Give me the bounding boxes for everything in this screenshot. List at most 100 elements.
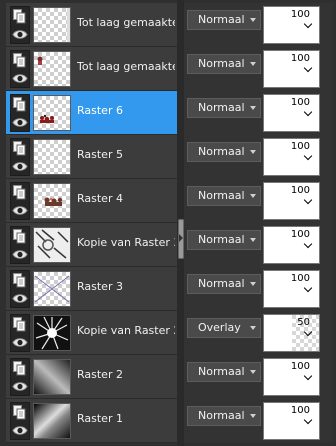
chevron-down-icon <box>250 282 256 286</box>
blend-mode-select[interactable]: Normaal <box>187 406 261 426</box>
opacity-value: 100 <box>290 405 310 416</box>
layer-cell[interactable]: Raster 4 <box>6 179 177 223</box>
layer-row-2[interactable]: Tot laag gemaakte selectie 1 Normaal 100 <box>6 47 333 91</box>
opacity-control[interactable]: 100 <box>263 6 320 44</box>
raster-layer-icon[interactable] <box>13 273 26 288</box>
layer-name[interactable]: Kopie van Raster 2 <box>77 324 175 337</box>
layer-cell[interactable]: Raster 6 <box>6 91 177 135</box>
layer-row-6[interactable]: Kopie van Raster 3 Normaal 100 <box>6 223 333 267</box>
opacity-control[interactable]: 100 <box>263 138 320 176</box>
raster-layer-icon[interactable] <box>13 317 26 332</box>
layer-toggles <box>10 138 30 176</box>
eye-icon[interactable] <box>12 29 28 40</box>
layer-toggles <box>10 94 30 132</box>
layer-toggles <box>10 358 30 396</box>
layer-row-10[interactable]: Raster 1 Normaal 100 <box>6 399 333 443</box>
layer-row-3[interactable]: Raster 6 Normaal 100 <box>6 91 333 135</box>
layer-name[interactable]: Raster 1 <box>77 412 175 425</box>
chevron-down-icon <box>250 194 256 198</box>
layer-toggles <box>10 226 30 264</box>
chevron-down-icon <box>250 106 256 110</box>
blend-mode-value: Overlay <box>198 321 241 334</box>
layer-row-9[interactable]: Raster 2 Normaal 100 <box>6 355 333 399</box>
eye-icon[interactable] <box>12 381 28 392</box>
layer-cell[interactable]: Raster 1 <box>6 399 177 443</box>
layer-thumbnail <box>33 359 71 395</box>
raster-layer-icon[interactable] <box>13 361 26 376</box>
opacity-control[interactable]: 100 <box>263 270 320 308</box>
blend-mode-select[interactable]: Normaal <box>187 10 261 30</box>
blend-mode-select[interactable]: Normaal <box>187 54 261 74</box>
chevron-down-icon <box>250 238 256 242</box>
raster-layer-icon[interactable] <box>13 185 26 200</box>
blend-mode-value: Normaal <box>198 57 245 70</box>
opacity-control[interactable]: 100 <box>263 50 320 88</box>
thumbnail-art <box>34 404 70 438</box>
raster-layer-icon[interactable] <box>13 53 26 68</box>
layer-thumbnail <box>33 315 71 351</box>
layer-row-8[interactable]: Kopie van Raster 2 Overlay 50 <box>6 311 333 355</box>
opacity-control[interactable]: 100 <box>263 358 320 396</box>
layer-row-7[interactable]: Raster 3 Normaal 100 <box>6 267 333 311</box>
layer-row-1[interactable]: Tot laag gemaakte selectie 2 Normaal 100 <box>6 3 333 47</box>
layer-cell[interactable]: Raster 2 <box>6 355 177 399</box>
blend-mode-value: Normaal <box>198 189 245 202</box>
layer-cell[interactable]: Tot laag gemaakte selectie 2 <box>6 3 177 47</box>
layer-name[interactable]: Raster 5 <box>77 148 175 161</box>
layer-cell[interactable]: Kopie van Raster 3 <box>6 223 177 267</box>
raster-layer-icon[interactable] <box>13 97 26 112</box>
eye-icon[interactable] <box>12 73 28 84</box>
opacity-control[interactable]: 100 <box>263 226 320 264</box>
layer-thumbnail <box>33 51 71 87</box>
blend-mode-select[interactable]: Overlay <box>187 318 261 338</box>
layer-name[interactable]: Raster 2 <box>77 368 175 381</box>
opacity-value: 100 <box>290 185 310 196</box>
raster-layer-icon[interactable] <box>13 229 26 244</box>
layer-cell[interactable]: Raster 3 <box>6 267 177 311</box>
layer-row-5[interactable]: Raster 4 Normaal 100 <box>6 179 333 223</box>
layer-name[interactable]: Tot laag gemaakte selectie 2 <box>77 16 175 29</box>
blend-mode-select[interactable]: Normaal <box>187 186 261 206</box>
eye-icon[interactable] <box>12 249 28 260</box>
layer-name[interactable]: Raster 6 <box>77 104 175 117</box>
eye-icon[interactable] <box>12 205 28 216</box>
chevron-down-icon <box>250 18 256 22</box>
opacity-fill <box>264 315 292 351</box>
eye-icon[interactable] <box>12 337 28 348</box>
opacity-control[interactable]: 100 <box>263 182 320 220</box>
eye-icon[interactable] <box>12 161 28 172</box>
blend-mode-value: Normaal <box>198 233 245 246</box>
layer-name[interactable]: Kopie van Raster 3 <box>77 236 175 249</box>
opacity-control[interactable]: 50 <box>263 314 320 352</box>
raster-layer-icon[interactable] <box>13 405 26 420</box>
blend-mode-select[interactable]: Normaal <box>187 362 261 382</box>
layer-name[interactable]: Tot laag gemaakte selectie 1 <box>77 60 175 73</box>
layer-toggles <box>10 270 30 308</box>
opacity-control[interactable]: 100 <box>263 402 320 440</box>
eye-icon[interactable] <box>12 117 28 128</box>
layer-name[interactable]: Raster 3 <box>77 280 175 293</box>
raster-layer-icon[interactable] <box>13 141 26 156</box>
opacity-control[interactable]: 100 <box>263 94 320 132</box>
layer-name[interactable]: Raster 4 <box>77 192 175 205</box>
thumbnail-art <box>34 275 70 303</box>
blend-mode-select[interactable]: Normaal <box>187 142 261 162</box>
layer-cell[interactable]: Kopie van Raster 2 <box>6 311 177 355</box>
layer-row-4[interactable]: Raster 5 Normaal 100 <box>6 135 333 179</box>
eye-icon[interactable] <box>12 425 28 436</box>
layer-cell[interactable]: Tot laag gemaakte selectie 1 <box>6 47 177 91</box>
blend-mode-select[interactable]: Normaal <box>187 98 261 118</box>
opacity-value: 100 <box>290 229 310 240</box>
opacity-marker-icon <box>303 327 313 337</box>
blend-mode-value: Normaal <box>198 409 245 422</box>
layer-toggles <box>10 402 30 440</box>
blend-mode-select[interactable]: Normaal <box>187 230 261 250</box>
layer-toggles <box>10 50 30 88</box>
blend-mode-select[interactable]: Normaal <box>187 274 261 294</box>
opacity-value: 100 <box>290 53 310 64</box>
opacity-value: 100 <box>290 9 310 20</box>
raster-layer-icon[interactable] <box>13 9 26 24</box>
chevron-down-icon <box>250 414 256 418</box>
eye-icon[interactable] <box>12 293 28 304</box>
layer-cell[interactable]: Raster 5 <box>6 135 177 179</box>
